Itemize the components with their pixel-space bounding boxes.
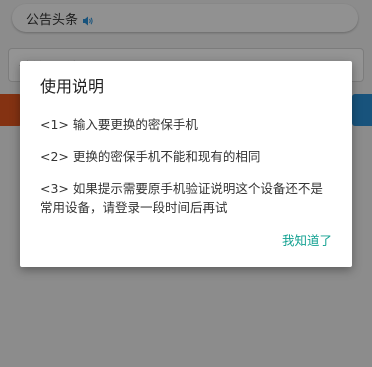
dialog-title: 使用说明 xyxy=(40,77,105,96)
dialog-footer: 我知道了 xyxy=(282,230,332,249)
instruction-line-1: <1> 输入要更换的密保手机 xyxy=(40,117,198,132)
usage-instructions-dialog: 使用说明 <1> 输入要更换的密保手机 <2> 更换的密保手机不能和现有的相同 … xyxy=(20,61,352,267)
instruction-line-3: <3> 如果提示需要原手机验证说明这个设备还不是常用设备，请登录一段时间后再试 xyxy=(40,181,323,215)
instruction-line-2: <2> 更换的密保手机不能和现有的相同 xyxy=(40,149,261,164)
got-it-button[interactable]: 我知道了 xyxy=(282,230,332,249)
